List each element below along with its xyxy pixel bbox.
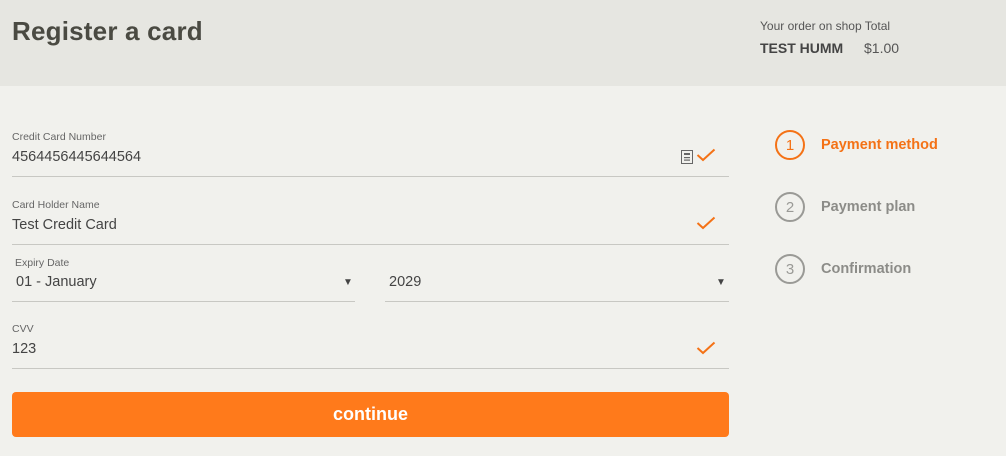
step-number: 1: [775, 130, 805, 160]
cvv-field[interactable]: CVV 123: [12, 320, 729, 369]
check-icon: [696, 148, 716, 162]
card-number-field[interactable]: Credit Card Number 4564456445644564: [12, 128, 729, 177]
card-number-input[interactable]: 4564456445644564: [12, 149, 141, 165]
expiry-year-select[interactable]: 2029 ▼: [385, 270, 729, 302]
shop-name: TEST HUMM: [760, 40, 844, 56]
page-title: Register a card: [12, 16, 203, 46]
step-label: Payment plan: [821, 199, 916, 215]
caret-down-icon: ▼: [343, 277, 353, 288]
step-label: Payment method: [821, 137, 938, 153]
cvv-label: CVV: [12, 323, 34, 335]
check-icon: [696, 216, 716, 230]
card-number-label: Credit Card Number: [12, 131, 106, 143]
expiry-year-value: 2029: [389, 274, 422, 290]
expiry-month-value: 01 - January: [16, 274, 97, 290]
step-label: Confirmation: [821, 261, 912, 277]
cvv-input[interactable]: 123: [12, 341, 36, 357]
step-payment-plan: 2 Payment plan: [775, 192, 995, 222]
step-confirmation: 3 Confirmation: [775, 254, 995, 284]
step-payment-method: 1 Payment method: [775, 130, 995, 160]
expiry-month-select[interactable]: 01 - January ▼: [12, 270, 355, 302]
card-icon: [681, 150, 693, 164]
card-holder-field[interactable]: Card Holder Name Test Credit Card: [12, 196, 729, 245]
continue-button[interactable]: continue: [12, 392, 729, 437]
order-caption: Your order on shop Total: [760, 19, 891, 33]
check-icon: [696, 341, 716, 355]
step-number: 2: [775, 192, 805, 222]
card-holder-input[interactable]: Test Credit Card: [12, 217, 117, 233]
card-holder-label: Card Holder Name: [12, 199, 100, 211]
caret-down-icon: ▼: [716, 277, 726, 288]
order-total: $1.00: [864, 40, 900, 56]
header-bar: Register a card Your order on shop Total…: [0, 0, 1006, 86]
expiry-label: Expiry Date: [15, 257, 70, 269]
step-number: 3: [775, 254, 805, 284]
